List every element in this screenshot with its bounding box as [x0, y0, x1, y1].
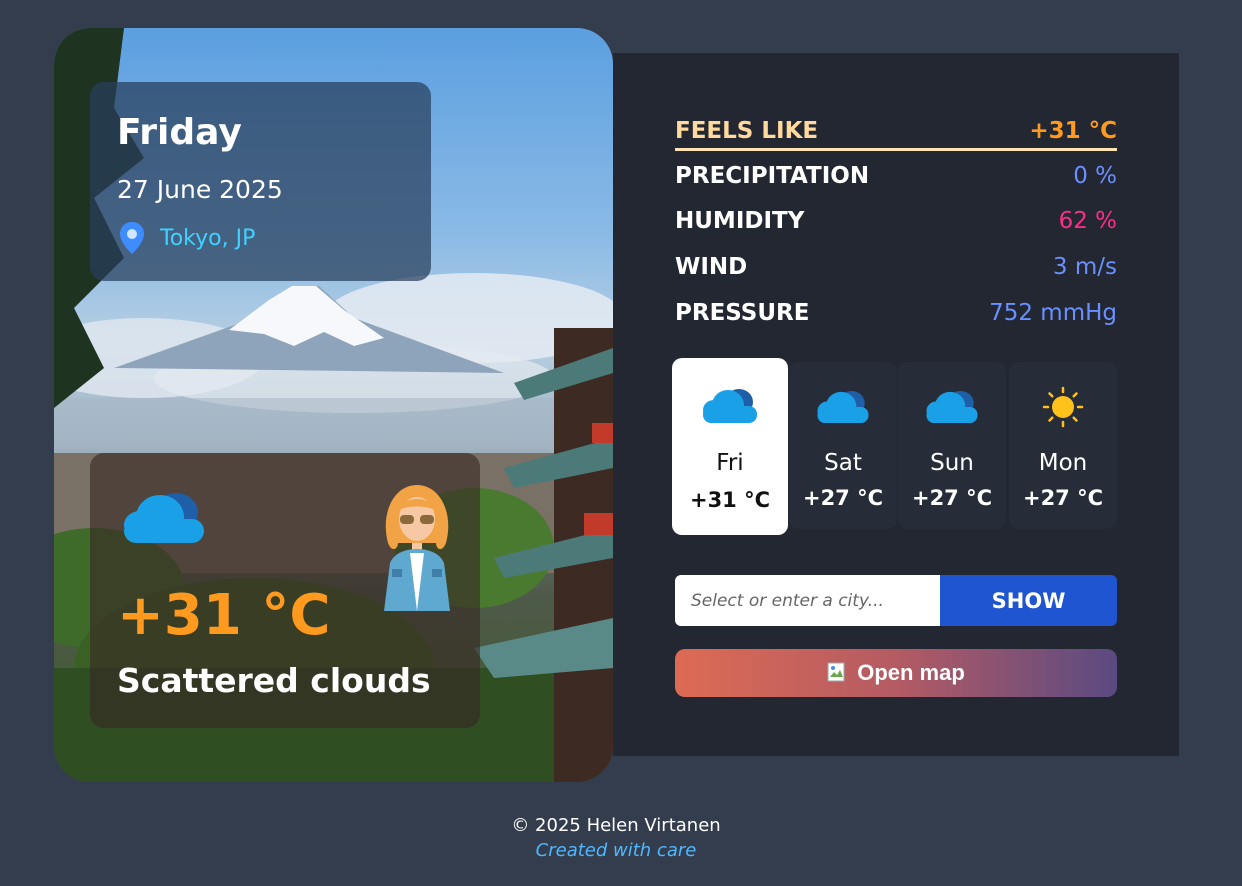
feels-like-label: FEELS LIKE — [675, 117, 819, 144]
humidity-row: HUMIDITY 62 % — [675, 204, 1117, 238]
forecast-day: Sun — [930, 450, 974, 476]
weather-description: Scattered clouds — [117, 661, 431, 700]
forecast-day: Sat — [824, 450, 862, 476]
precipitation-row: PRECIPITATION 0 % — [675, 159, 1117, 193]
copyright-text: © 2025 Helen Virtanen — [511, 815, 721, 836]
cloud-icon — [817, 390, 869, 424]
humidity-value: 62 % — [1058, 208, 1117, 234]
open-map-button[interactable]: Open map — [675, 649, 1117, 697]
open-map-label: Open map — [857, 660, 965, 685]
current-weather-panel: +31 °C Scattered clouds — [90, 453, 480, 728]
current-temperature: +31 °C — [117, 583, 331, 648]
forecast-temp: +31 °C — [689, 488, 771, 512]
humidity-label: HUMIDITY — [675, 208, 805, 234]
pressure-row: PRESSURE 752 mmHg — [675, 296, 1117, 330]
cloud-icon — [926, 390, 978, 424]
current-date: 27 June 2025 — [117, 175, 283, 204]
forecast-temp: +27 °C — [802, 486, 884, 510]
wind-row: WIND 3 m/s — [675, 250, 1117, 284]
wind-label: WIND — [675, 254, 748, 280]
pressure-value: 752 mmHg — [989, 300, 1117, 326]
forecast-strip: Fri +31 °C Sat +27 °C Sun +27 °C Mon +27… — [672, 358, 1117, 535]
current-day: Friday — [117, 112, 242, 153]
forecast-temp: +27 °C — [911, 486, 993, 510]
forecast-day: Mon — [1038, 450, 1088, 476]
pressure-label: PRESSURE — [675, 300, 810, 326]
city-input[interactable] — [675, 575, 940, 626]
feels-like-value: +31 °C — [1029, 117, 1117, 144]
credit-text: Created with care — [535, 840, 697, 861]
forecast-card-sun[interactable]: Sun +27 °C — [898, 362, 1006, 529]
cloud-icon — [124, 493, 204, 543]
broken-image-icon — [827, 662, 845, 682]
location-pin-icon — [120, 222, 144, 254]
date-location-panel: Friday 27 June 2025 Tokyo, JP — [90, 82, 431, 281]
cloud-icon — [703, 389, 757, 423]
show-button[interactable]: SHOW — [940, 575, 1117, 626]
forecast-card-fri[interactable]: Fri +31 °C — [672, 358, 788, 535]
location-row: Tokyo, JP — [120, 222, 255, 254]
precipitation-label: PRECIPITATION — [675, 163, 870, 189]
location-name: Tokyo, JP — [160, 225, 256, 251]
weather-details-panel: FEELS LIKE +31 °C PRECIPITATION 0 % HUMI… — [613, 53, 1179, 756]
forecast-card-sat[interactable]: Sat +27 °C — [789, 362, 897, 529]
footer: © 2025 Helen Virtanen Created with care — [0, 815, 1232, 861]
sun-icon — [1042, 386, 1084, 428]
city-search-form: SHOW — [675, 575, 1117, 626]
avatar — [384, 485, 450, 611]
forecast-day: Fri — [716, 450, 744, 476]
forecast-card-mon[interactable]: Mon +27 °C — [1009, 362, 1117, 529]
feels-like-row: FEELS LIKE +31 °C — [675, 113, 1117, 151]
forecast-temp: +27 °C — [1022, 486, 1104, 510]
precipitation-value: 0 % — [1073, 163, 1117, 189]
wind-value: 3 m/s — [1052, 254, 1117, 280]
weather-photo-card: Friday 27 June 2025 Tokyo, JP +31 °C Sca… — [54, 28, 613, 782]
